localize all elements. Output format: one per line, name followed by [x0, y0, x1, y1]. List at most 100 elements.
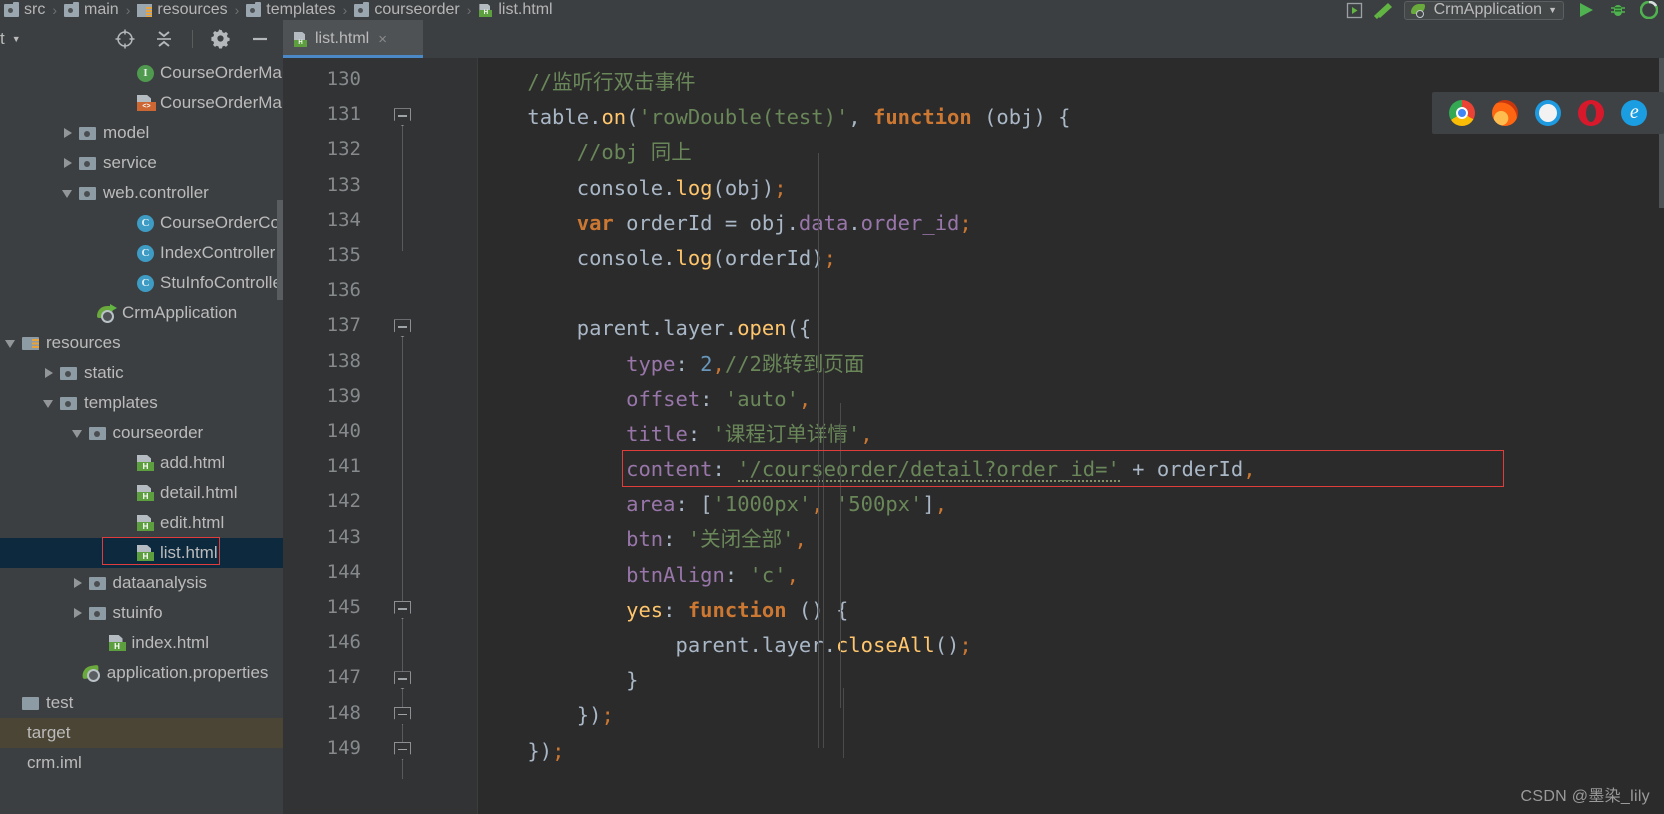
tree-item-crmapplication[interactable]: CrmApplication	[0, 298, 283, 328]
breadcrumb-item-courseorder[interactable]: courseorder	[354, 1, 460, 19]
tree-item-static[interactable]: static	[0, 358, 283, 388]
code-token: ,	[794, 527, 807, 552]
gear-icon[interactable]	[210, 28, 232, 50]
debug-icon[interactable]	[1602, 1, 1634, 19]
close-icon[interactable]: ×	[378, 31, 387, 48]
breadcrumb-item-src[interactable]: src	[4, 1, 45, 19]
chevron-down-icon[interactable]: ▼	[12, 34, 21, 44]
code-line[interactable]: yes: function () {	[478, 593, 1664, 628]
code-line[interactable]: content: '/courseorder/detail?order_id='…	[478, 452, 1664, 487]
code-line[interactable]: offset: 'auto',	[478, 382, 1664, 417]
code-line[interactable]: parent.layer.open({	[478, 311, 1664, 346]
code-content[interactable]: //监听行双击事件 table.on('rowDouble(test)', fu…	[478, 58, 1664, 814]
fold-collapse-icon[interactable]	[394, 741, 411, 760]
tree-item-web-controller[interactable]: web.controller	[0, 178, 283, 208]
tree-item-indexcontroller[interactable]: IndexController	[0, 238, 283, 268]
code-line[interactable]: type: 2,//2跳转到页面	[478, 347, 1664, 382]
tree-item-courseordercontr[interactable]: CourseOrderContr	[0, 208, 283, 238]
tree-item-stuinfo[interactable]: stuinfo	[0, 598, 283, 628]
build-project-icon[interactable]	[1342, 2, 1368, 19]
code-token: .	[749, 633, 762, 657]
chevron-down-icon[interactable]	[4, 336, 18, 350]
chevron-right-icon[interactable]	[61, 126, 75, 140]
tree-item-service[interactable]: service	[0, 148, 283, 178]
code-token: console	[576, 245, 664, 270]
line-number: 130	[326, 68, 361, 90]
collapse-all-icon[interactable]	[153, 28, 175, 50]
code-line[interactable]: btn: '关闭全部',	[478, 522, 1664, 557]
run-icon[interactable]	[1570, 1, 1602, 19]
chevron-down-icon[interactable]	[42, 396, 56, 410]
tree-item-courseordermapp[interactable]: CourseOrderMapp	[0, 58, 283, 88]
xml-file-icon	[135, 95, 156, 112]
breadcrumb-item-main[interactable]: main	[64, 1, 119, 19]
tree-item-list-html[interactable]: list.html	[0, 538, 283, 568]
fold-collapse-icon[interactable]	[394, 671, 411, 690]
code-token: order_id	[860, 210, 960, 235]
hammer-icon[interactable]	[1368, 1, 1398, 19]
code-line[interactable]: });	[478, 698, 1664, 733]
code-line[interactable]: btnAlign: 'c',	[478, 558, 1664, 593]
run-configuration-selector[interactable]: CrmApplication ▼	[1403, 0, 1564, 20]
fold-collapse-icon[interactable]	[394, 706, 411, 725]
safari-icon[interactable]	[1534, 100, 1561, 126]
tree-item-index-html[interactable]: index.html	[0, 628, 283, 658]
fold-collapse-icon[interactable]	[394, 319, 411, 338]
fold-collapse-icon[interactable]	[394, 108, 411, 127]
tree-item-target[interactable]: target	[0, 718, 283, 748]
line-number: 149	[326, 736, 361, 759]
chevron-down-icon[interactable]	[61, 186, 75, 200]
code-line[interactable]: }	[478, 663, 1664, 698]
edge-icon[interactable]	[1621, 100, 1648, 126]
tree-item-crm-iml[interactable]: crm.iml	[0, 748, 283, 778]
chevron-right-icon[interactable]	[71, 606, 85, 620]
tab-list-html[interactable]: list.html ×	[283, 20, 423, 58]
code-editor[interactable]: 130 131 132 133 134 135 136 137 138 139 140 141 142 1…	[283, 58, 1664, 814]
code-line[interactable]: var orderId = obj.data.order_id;	[478, 206, 1664, 241]
code-line[interactable]: //obj 同上	[478, 135, 1664, 170]
breadcrumb-item-resources[interactable]: resources	[137, 1, 228, 19]
html-file-icon	[478, 4, 493, 17]
browser-popup[interactable]	[1432, 92, 1664, 134]
firefox-icon[interactable]	[1491, 100, 1518, 126]
hide-tool-window-icon[interactable]	[249, 28, 271, 50]
tree-item-label: index.html	[131, 633, 209, 652]
breadcrumb-item-templates[interactable]: templates	[246, 1, 336, 19]
code-line[interactable]: console.log(obj);	[478, 171, 1664, 206]
chrome-icon[interactable]	[1448, 100, 1475, 126]
chevron-right-icon[interactable]	[61, 156, 75, 170]
select-opened-file-icon[interactable]	[114, 28, 136, 50]
code-token: .	[589, 105, 602, 130]
tree-item-resources[interactable]: resources	[0, 328, 283, 358]
chevron-down-icon[interactable]	[71, 426, 85, 440]
code-line[interactable]: console.log(orderId);	[478, 241, 1664, 276]
code-line[interactable]: area: ['1000px', '500px'],	[478, 487, 1664, 522]
tree-item-courseorder[interactable]: courseorder	[0, 418, 283, 448]
code-line[interactable]: title: '课程订单详情',	[478, 417, 1664, 452]
tree-item-stuinfocontroller[interactable]: StuInfoController	[0, 268, 283, 298]
code-line[interactable]: });	[478, 734, 1664, 769]
tree-item-dataanalysis[interactable]: dataanalysis	[0, 568, 283, 598]
run-with-coverage-icon[interactable]	[1634, 1, 1664, 19]
fold-collapse-icon[interactable]	[394, 601, 411, 619]
tree-item-add-html[interactable]: add.html	[0, 448, 283, 478]
project-tree[interactable]: CourseOrderMapp CourseOrderMapp model servi…	[0, 58, 283, 814]
line-number: 144	[326, 560, 361, 583]
tree-item-test[interactable]: test	[0, 688, 283, 718]
editor-gutter[interactable]: 130 131 132 133 134 135 136 137 138 139 140 141 142 1…	[283, 58, 478, 814]
chevron-right-icon[interactable]	[71, 576, 85, 590]
code-token: on	[601, 105, 627, 130]
code-line[interactable]	[478, 276, 1664, 311]
tree-item-detail-html[interactable]: detail.html	[0, 478, 283, 508]
chevron-right-icon[interactable]	[42, 366, 56, 380]
tree-item-edit-html[interactable]: edit.html	[0, 508, 283, 538]
tree-item-application-properties[interactable]: application.properties	[0, 658, 283, 688]
code-token: //2跳转到页面	[724, 351, 865, 376]
breadcrumb-item-list-html[interactable]: list.html	[478, 1, 553, 19]
tree-item-courseordermapp[interactable]: CourseOrderMapp	[0, 88, 283, 118]
code-line[interactable]: parent.layer.closeAll();	[478, 628, 1664, 663]
opera-icon[interactable]	[1578, 100, 1605, 126]
tree-item-templates[interactable]: templates	[0, 388, 283, 418]
tree-item-model[interactable]: model	[0, 118, 283, 148]
